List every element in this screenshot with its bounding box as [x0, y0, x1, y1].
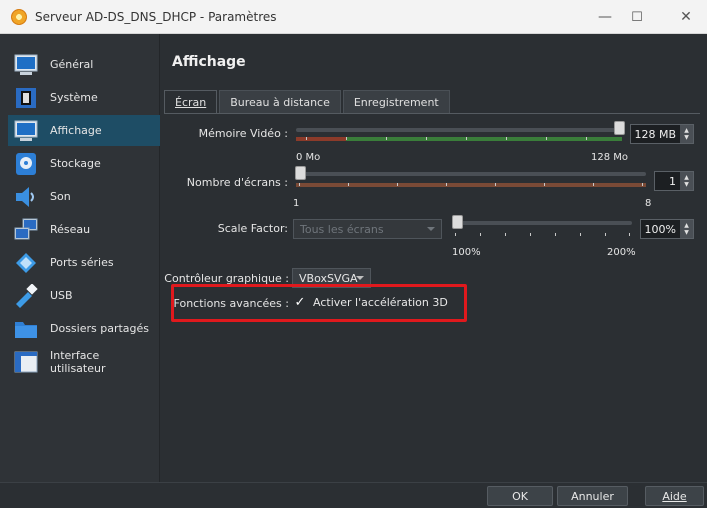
maximize-button[interactable]: ☐: [617, 0, 657, 34]
virtualbox-settings-icon: [11, 8, 27, 25]
tab-screen[interactable]: Écran: [164, 90, 218, 114]
scale-factor-max-label: 200%: [607, 247, 636, 258]
monitor-count-ticks: [296, 183, 646, 187]
tab-label: Écran: [175, 96, 207, 109]
serial-port-icon: [14, 251, 38, 275]
monitor-count-min-label: 1: [293, 198, 300, 209]
scale-factor-min-label: 100%: [452, 247, 481, 258]
tab-remote-display[interactable]: Bureau à distance: [219, 90, 341, 114]
video-memory-max-label: 128 Mo: [591, 152, 629, 163]
scale-factor-slider[interactable]: [452, 221, 632, 225]
sidebar-item-label: Dossiers partagés: [50, 322, 150, 335]
monitor-count-spinbox[interactable]: 1 ▲ ▼: [654, 171, 694, 191]
system-chip-icon: [14, 86, 38, 110]
video-memory-slider[interactable]: [296, 128, 622, 132]
chevron-down-icon: [427, 227, 435, 231]
monitor-count-label: Nombre d'écrans :: [186, 176, 288, 189]
sidebar-item-label: Stockage: [50, 157, 101, 170]
window-title: Serveur AD-DS_DNS_DHCP - Paramètres: [35, 9, 277, 24]
scale-monitor-combo-value: Tous les écrans: [300, 222, 384, 236]
ok-button[interactable]: OK: [487, 486, 553, 506]
tab-recording[interactable]: Enregistrement: [342, 90, 450, 114]
video-memory-ticks: [296, 137, 622, 141]
tab-bar: Écran Bureau à distance Enregistrement: [164, 90, 452, 114]
sidebar-item-shared-folders[interactable]: Dossiers partagés: [8, 313, 158, 344]
check-mark-icon[interactable]: ✓: [293, 295, 307, 310]
enable-3d-acceleration-label: Activer l'accélération 3D: [313, 295, 448, 309]
sidebar-item-label: Réseau: [50, 223, 91, 236]
display-settings-panel: Affichage Écran Bureau à distance Enregi…: [161, 34, 707, 482]
video-memory-spinbox[interactable]: 128 MB ▲ ▼: [630, 124, 694, 144]
speaker-icon: [14, 185, 38, 209]
graphics-controller-label: Contrôleur graphique :: [164, 272, 289, 285]
video-memory-value: 128 MB: [634, 127, 676, 141]
spin-arrows-icon[interactable]: ▲ ▼: [680, 172, 693, 190]
sidebar-item-label: Ports séries: [50, 256, 114, 269]
sidebar-item-usb[interactable]: USB: [8, 280, 158, 311]
graphics-controller-value: VBoxSVGA: [299, 271, 358, 285]
sidebar-item-user-interface[interactable]: Interface utilisateur: [8, 346, 158, 377]
help-button-label: Aide: [662, 489, 687, 503]
display-monitor-icon: [14, 119, 38, 143]
tab-label: Enregistrement: [353, 96, 439, 109]
close-button[interactable]: ✕: [666, 0, 706, 34]
enable-3d-acceleration-checkbox[interactable]: ✓ Activer l'accélération 3D: [293, 295, 448, 310]
scale-factor-label: Scale Factor:: [217, 222, 288, 235]
page-title: Affichage: [172, 54, 246, 70]
advanced-features-label: Fonctions avancées :: [173, 297, 289, 310]
user-interface-icon: [14, 350, 38, 374]
sidebar-item-general[interactable]: Général: [8, 49, 158, 80]
shared-folder-icon: [14, 317, 38, 341]
sidebar-item-serial-ports[interactable]: Ports séries: [8, 247, 158, 278]
video-memory-label: Mémoire Vidéo :: [198, 127, 288, 140]
sidebar-item-audio[interactable]: Son: [8, 181, 158, 212]
storage-disk-icon: [14, 152, 38, 176]
settings-sidebar: Général Système Affichage Stockage Son R…: [0, 34, 160, 482]
sidebar-item-display[interactable]: Affichage: [8, 115, 160, 146]
usb-icon: [14, 282, 38, 308]
general-monitor-icon: [14, 53, 38, 77]
network-icon: [14, 218, 38, 242]
scale-factor-slider-handle[interactable]: [452, 215, 463, 229]
sidebar-item-system[interactable]: Système: [8, 82, 158, 113]
sidebar-item-label: Affichage: [50, 124, 102, 137]
tab-label: Bureau à distance: [230, 96, 330, 109]
sidebar-item-label: Général: [50, 58, 94, 71]
sidebar-item-network[interactable]: Réseau: [8, 214, 158, 245]
spin-arrows-icon[interactable]: ▲ ▼: [680, 125, 693, 143]
sidebar-item-label: Son: [50, 190, 71, 203]
cancel-button[interactable]: Annuler: [557, 486, 628, 506]
graphics-controller-combo[interactable]: VBoxSVGA: [292, 268, 371, 288]
scale-factor-spinbox[interactable]: 100% ▲ ▼: [640, 219, 694, 239]
spin-arrows-icon[interactable]: ▲ ▼: [680, 220, 693, 238]
title-bar: Serveur AD-DS_DNS_DHCP - Paramètres — ☐ …: [0, 0, 707, 34]
monitor-count-slider[interactable]: [296, 172, 646, 176]
scale-factor-value: 100%: [644, 222, 676, 236]
video-memory-min-label: 0 Mo: [296, 152, 321, 163]
scale-factor-ticks: [452, 233, 632, 237]
help-button[interactable]: Aide: [645, 486, 704, 506]
chevron-down-icon: [356, 276, 364, 280]
sidebar-item-label: USB: [50, 289, 73, 302]
monitor-count-max-label: 8: [645, 198, 652, 209]
dialog-button-bar: OK Annuler Aide: [0, 482, 707, 508]
monitor-count-slider-handle[interactable]: [295, 166, 306, 180]
sidebar-item-storage[interactable]: Stockage: [8, 148, 158, 179]
scale-monitor-combo: Tous les écrans: [293, 219, 442, 239]
sidebar-item-label: Système: [50, 91, 98, 104]
monitor-count-value: 1: [669, 174, 676, 188]
video-memory-slider-handle[interactable]: [614, 121, 625, 135]
sidebar-item-label: Interface utilisateur: [50, 348, 106, 375]
